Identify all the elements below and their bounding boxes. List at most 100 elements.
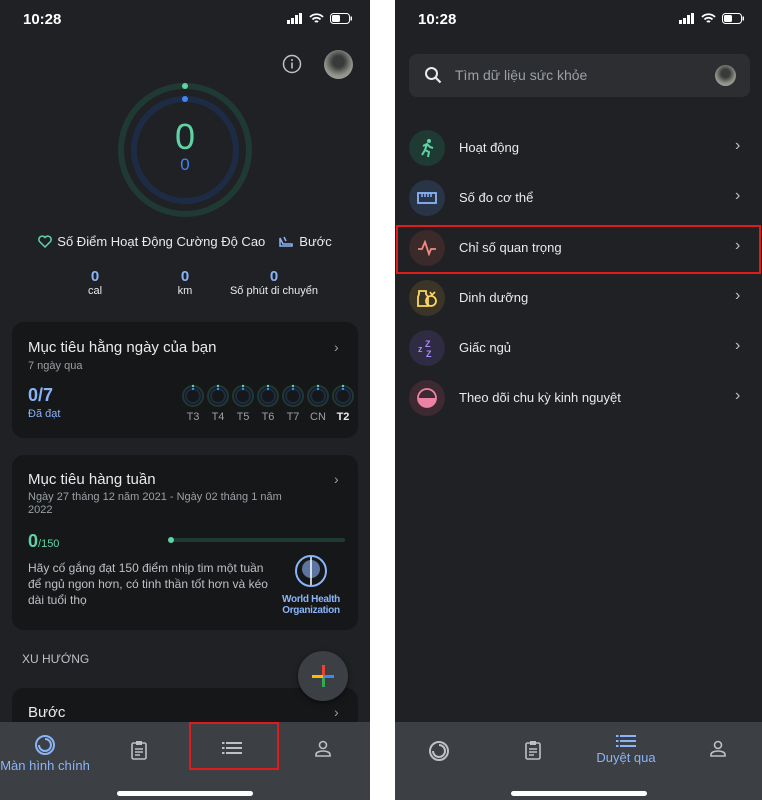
daily-goal-subtitle: 7 ngày qua bbox=[28, 360, 83, 372]
journal-icon bbox=[131, 741, 147, 760]
steps-value: 0 bbox=[180, 155, 190, 174]
nav-journal[interactable] bbox=[488, 740, 578, 762]
weekly-goal-card[interactable]: Mục tiêu hàng tuần › Ngày 27 tháng 12 nă… bbox=[12, 455, 358, 630]
stat-move-minutes: 0 Số phút di chuyển bbox=[229, 268, 319, 297]
day-label: T2 bbox=[336, 411, 350, 423]
heart-points-label: Số Điểm Hoạt Động Cường Độ Cao bbox=[57, 234, 266, 249]
sleep-icon: zZZ bbox=[409, 330, 445, 366]
chevron-right-icon: › bbox=[735, 387, 741, 404]
home-indicator bbox=[117, 791, 253, 796]
svg-text:Z: Z bbox=[425, 339, 431, 349]
vitals-icon bbox=[409, 230, 445, 266]
day-ring bbox=[231, 384, 255, 413]
chevron-right-icon: › bbox=[735, 187, 741, 204]
day-label: T5 bbox=[236, 411, 250, 423]
day-label: T4 bbox=[211, 411, 225, 423]
chevron-right-icon: › bbox=[735, 337, 741, 354]
day-label: T6 bbox=[261, 411, 275, 423]
day-ring bbox=[281, 384, 305, 413]
trends-header: XU HƯỚNG bbox=[22, 652, 90, 666]
chevron-right-icon: › bbox=[735, 287, 741, 304]
nav-home[interactable] bbox=[395, 740, 484, 764]
browse-item-label: Dinh dưỡng bbox=[459, 290, 529, 305]
chevron-right-icon: › bbox=[735, 237, 741, 254]
profile-icon bbox=[710, 740, 726, 757]
bottom-nav: Màn hình chính bbox=[0, 722, 370, 800]
nav-journal[interactable] bbox=[94, 740, 184, 762]
journal-icon bbox=[525, 741, 541, 760]
status-time: 10:28 bbox=[23, 11, 62, 28]
avatar[interactable] bbox=[715, 65, 736, 86]
signal-icon bbox=[679, 13, 694, 24]
ring-legend: Số Điểm Hoạt Động Cường Độ Cao Bước bbox=[0, 234, 370, 249]
browse-item-running[interactable]: Hoạt động › bbox=[395, 125, 762, 171]
browse-item-cycle[interactable]: Theo dõi chu kỳ kinh nguyệt › bbox=[395, 375, 762, 421]
search-bar[interactable]: Tìm dữ liệu sức khỏe bbox=[409, 54, 750, 97]
battery-icon bbox=[722, 13, 744, 24]
ring-icon bbox=[35, 735, 55, 755]
who-emblem-icon bbox=[295, 555, 327, 587]
weekly-goal-description: Hãy cố gắng đạt 150 điểm nhịp tim một tu… bbox=[28, 561, 268, 607]
home-indicator bbox=[510, 791, 647, 796]
browse-item-vitals[interactable]: Chỉ số quan trọng › bbox=[395, 225, 762, 271]
day-ring bbox=[206, 384, 230, 413]
daily-goal-title: Mục tiêu hằng ngày của bạn bbox=[28, 339, 217, 356]
day-label: T3 bbox=[186, 411, 200, 423]
status-icons bbox=[287, 13, 352, 24]
plus-icon bbox=[312, 665, 334, 687]
chevron-right-icon: › bbox=[735, 137, 741, 154]
heart-icon bbox=[38, 235, 53, 248]
chevron-right-icon: › bbox=[334, 339, 339, 355]
nav-profile[interactable] bbox=[673, 740, 762, 760]
nav-profile[interactable] bbox=[278, 740, 368, 760]
steps-label: Bước bbox=[299, 234, 332, 249]
day-ring bbox=[181, 384, 205, 413]
cycle-icon bbox=[409, 380, 445, 416]
nav-browse[interactable] bbox=[187, 741, 277, 757]
wifi-icon bbox=[701, 13, 716, 23]
list-icon bbox=[616, 735, 636, 747]
profile-icon bbox=[315, 740, 331, 757]
search-icon bbox=[425, 67, 442, 84]
shoe-icon bbox=[279, 236, 294, 247]
weekly-goal-date-range: Ngày 27 tháng 12 năm 2021 - Ngày 02 thán… bbox=[28, 491, 282, 516]
day-label: CN bbox=[310, 411, 326, 423]
daily-goal-value-label: Đã đạt bbox=[28, 408, 61, 420]
weekly-goal-title: Mục tiêu hàng tuần bbox=[28, 471, 156, 488]
status-icons bbox=[679, 13, 744, 24]
chevron-right-icon: › bbox=[334, 704, 339, 720]
status-time: 10:28 bbox=[418, 11, 457, 28]
nutrition-icon bbox=[409, 280, 445, 316]
signal-icon bbox=[287, 13, 302, 24]
browse-item-sleep[interactable]: zZZ Giấc ngủ › bbox=[395, 325, 762, 371]
daily-goal-card[interactable]: Mục tiêu hằng ngày của bạn › 7 ngày qua … bbox=[12, 322, 358, 438]
browse-item-label: Số đo cơ thể bbox=[459, 190, 534, 205]
browse-item-ruler[interactable]: Số đo cơ thể › bbox=[395, 175, 762, 221]
chevron-right-icon: › bbox=[334, 471, 339, 487]
steps-trend-title: Bước bbox=[28, 704, 66, 721]
wifi-icon bbox=[309, 13, 324, 23]
browse-item-label: Giấc ngủ bbox=[459, 340, 512, 355]
browse-screen: 10:28 Tìm dữ liệu sức khỏe Hoạt động › S… bbox=[395, 0, 762, 800]
avatar[interactable] bbox=[324, 50, 353, 79]
stat-km: 0 km bbox=[177, 268, 193, 297]
search-placeholder[interactable]: Tìm dữ liệu sức khỏe bbox=[455, 67, 587, 83]
nav-browse[interactable]: Duyệt qua bbox=[581, 734, 671, 765]
day-ring bbox=[306, 384, 330, 413]
list-icon bbox=[222, 742, 242, 754]
browse-item-label: Chỉ số quan trọng bbox=[459, 240, 562, 255]
daily-goal-value: 0/7 bbox=[28, 385, 54, 405]
svg-text:z: z bbox=[418, 344, 423, 354]
browse-item-nutrition[interactable]: Dinh dưỡng › bbox=[395, 275, 762, 321]
stat-cal: 0 cal bbox=[87, 268, 103, 297]
browse-item-label: Hoạt động bbox=[459, 140, 519, 155]
heart-points-value: 0 bbox=[174, 116, 196, 157]
info-icon[interactable] bbox=[282, 54, 302, 74]
weekly-goal-progress-text: 0/150 bbox=[28, 531, 60, 551]
bottom-nav: Duyệt qua bbox=[395, 722, 762, 800]
ring-icon bbox=[429, 741, 449, 761]
running-icon bbox=[409, 130, 445, 166]
weekly-goal-progress-bar bbox=[168, 537, 345, 543]
add-button[interactable] bbox=[298, 651, 348, 701]
nav-home[interactable]: Màn hình chính bbox=[0, 734, 90, 773]
